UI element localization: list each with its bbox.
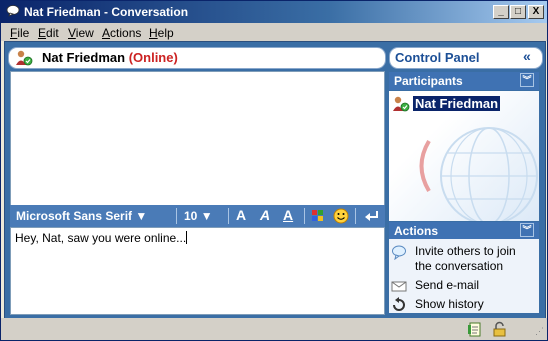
italic-button[interactable]: A [260, 207, 270, 223]
text-caret [186, 231, 188, 244]
font-select[interactable]: Microsoft Sans Serif ▼ [16, 209, 147, 223]
font-size-select[interactable]: 10 ▼ [184, 209, 213, 223]
conversation-history[interactable] [10, 71, 385, 206]
actions-header: Actions ︾ [389, 222, 539, 240]
control-panel-title: Control Panel [395, 50, 480, 65]
window-title: Nat Friedman - Conversation [24, 5, 189, 19]
separator [304, 208, 305, 224]
collapse-panel-icon[interactable]: « [523, 48, 531, 64]
invite-icon [392, 245, 406, 260]
menu-view[interactable]: View [68, 26, 94, 40]
menu-edit[interactable]: Edit [38, 26, 59, 40]
notepad-icon[interactable] [467, 321, 483, 337]
control-panel-header: Control Panel « [389, 47, 543, 69]
status-bar: ⋰ [1, 318, 547, 340]
close-button[interactable]: X [528, 5, 544, 19]
actions-title: Actions [394, 224, 439, 238]
contact-status: (Online) [128, 50, 178, 65]
participant-item[interactable]: Nat Friedman [413, 96, 501, 111]
title-bar[interactable]: Nat Friedman - Conversation _ □ X [1, 1, 547, 23]
chat-bubble-icon [6, 5, 20, 17]
chevron-collapse-icon[interactable]: ︾ [520, 73, 534, 87]
message-input[interactable]: Hey, Nat, saw you were online... [10, 227, 385, 315]
color-picker-icon[interactable] [311, 209, 325, 223]
contact-header: Nat Friedman (Online) [8, 47, 386, 69]
actions-list: Invite others to join the conversation Se… [389, 239, 539, 313]
globe-watermark-icon [419, 127, 538, 221]
separator [176, 208, 177, 224]
email-icon [391, 281, 407, 292]
formatting-toolbar: Microsoft Sans Serif ▼ 10 ▼ A A A [10, 205, 385, 227]
bold-button[interactable]: A [236, 207, 246, 223]
online-user-icon [393, 96, 410, 112]
chevron-down-icon: ▼ [135, 209, 148, 223]
separator [228, 208, 229, 224]
menu-help[interactable]: Help [149, 26, 174, 40]
message-text: Hey, Nat, saw you were online... [15, 231, 187, 245]
send-enter-icon[interactable] [364, 209, 380, 223]
resize-grip-icon[interactable]: ⋰ [535, 326, 544, 337]
menu-file[interactable]: File [10, 26, 29, 40]
underline-button[interactable]: A [283, 207, 293, 223]
chevron-down-icon: ▼ [200, 209, 213, 223]
history-icon [393, 297, 405, 311]
menu-bar: File Edit View Actions Help [1, 23, 547, 41]
conversation-window: Nat Friedman - Conversation _ □ X File E… [0, 0, 548, 341]
smiley-icon[interactable] [333, 208, 349, 224]
participants-header: Participants ︾ [389, 72, 539, 90]
participants-title: Participants [394, 74, 463, 88]
maximize-button[interactable]: □ [510, 5, 526, 19]
participants-list: Nat Friedman [389, 91, 539, 221]
separator [355, 208, 356, 224]
minimize-button[interactable]: _ [493, 5, 509, 19]
chevron-collapse-icon[interactable]: ︾ [520, 223, 534, 237]
contact-name-label: Nat Friedman (Online) [42, 50, 178, 65]
lock-icon[interactable] [492, 321, 508, 337]
menu-actions[interactable]: Actions [102, 26, 141, 40]
online-user-icon [16, 50, 33, 66]
